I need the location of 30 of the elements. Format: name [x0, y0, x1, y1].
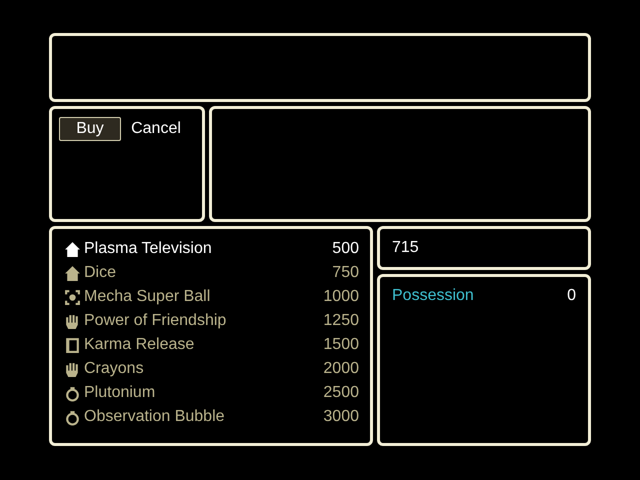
item-name: Karma Release — [84, 336, 196, 354]
possession-label: Possession — [392, 287, 474, 305]
command-option[interactable]: Buy — [59, 117, 121, 141]
item-price: 500 — [332, 240, 359, 258]
item-price: 1250 — [323, 312, 359, 330]
item-name: Crayons — [84, 360, 145, 378]
item-name: Dice — [84, 264, 118, 282]
item-price: 1000 — [323, 288, 359, 306]
item-name: Mecha Super Ball — [84, 288, 212, 306]
item-price: 2500 — [323, 384, 359, 402]
ring-icon — [64, 384, 81, 402]
item-price: 750 — [332, 264, 359, 282]
command-option[interactable]: Cancel — [125, 117, 187, 141]
book-icon — [64, 336, 81, 354]
house-icon — [64, 240, 81, 258]
money-amount: 715 — [392, 239, 419, 257]
item-price: 1500 — [323, 336, 359, 354]
item-price: 3000 — [323, 408, 359, 426]
item-price: 2000 — [323, 360, 359, 378]
possession-count: 0 — [567, 287, 576, 305]
hand-icon — [64, 312, 81, 330]
target-icon — [64, 288, 81, 306]
item-name: Observation Bubble — [84, 408, 226, 426]
hand-icon — [64, 360, 81, 378]
item-name: Plasma Television — [84, 240, 213, 258]
item-name: Power of Friendship — [84, 312, 228, 330]
ring-icon — [64, 408, 81, 426]
shop-item[interactable]: Plasma Television 500 — [64, 237, 359, 261]
house-icon — [64, 264, 81, 282]
item-name: Plutonium — [84, 384, 156, 402]
